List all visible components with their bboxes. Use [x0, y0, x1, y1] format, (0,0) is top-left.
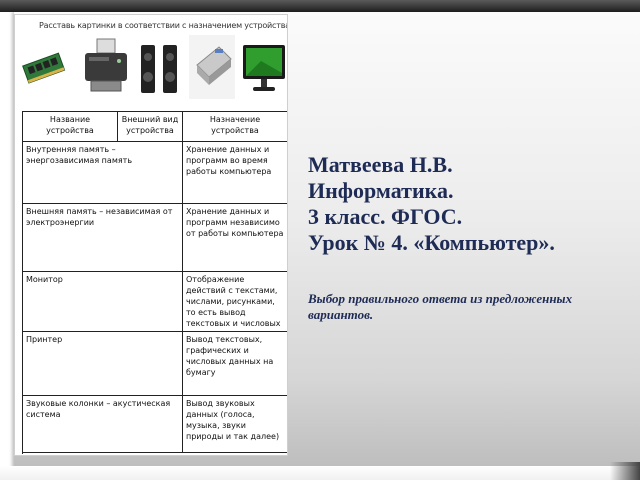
memory-module-icon [22, 52, 66, 84]
table-row-purpose: Отображение действий с текстами, числами… [183, 272, 287, 332]
corner-shadow [610, 462, 640, 480]
device-pictures [15, 33, 287, 107]
table-row-name: Внешняя память – независимая от электроэ… [23, 204, 183, 272]
table-row-name: Монитор [23, 272, 183, 332]
worksheet-image: Расставь картинки в соответствии с назна… [14, 14, 288, 456]
table-row-name: Звуковые колонки – акустическая система [23, 396, 183, 453]
table-header-purpose: Назначение устройства [183, 112, 287, 142]
monitor-icon [243, 45, 285, 91]
table-header-appearance: Внешний вид устройства [118, 112, 183, 142]
table-row-name: Принтер [23, 332, 183, 396]
table-header-name: Название устройства [23, 112, 118, 142]
worksheet-caption: Расставь картинки в соответствии с назна… [39, 21, 288, 30]
printer-icon [85, 38, 127, 92]
worksheet-table: Название устройства Внешний вид устройст… [22, 111, 287, 454]
subject-line: Информатика. [308, 178, 454, 203]
table-row-purpose: Хранение данных и программ во время рабо… [183, 142, 287, 204]
grade-line: 3 класс. ФГОС. [308, 204, 463, 229]
scanner-icon [189, 35, 235, 99]
slide-title: Матвеева Н.В. Информатика. 3 класс. ФГОС… [308, 152, 628, 256]
speakers-icon [141, 45, 177, 93]
top-bar [0, 0, 640, 12]
slide-subtitle: Выбор правильного ответа из предложенных… [308, 291, 573, 322]
table-row-purpose: Вывод текстовых, графических и числовых … [183, 332, 287, 396]
author-line: Матвеева Н.В. [308, 152, 453, 177]
table-row-name: Внутренняя память – энергозависимая памя… [23, 142, 183, 204]
lesson-line: Урок № 4. «Компьютер». [308, 230, 555, 255]
table-row-purpose: Вывод звуковых данных (голоса, музыка, з… [183, 396, 287, 453]
table-row-purpose: Хранение данных и программ независимо от… [183, 204, 287, 272]
bottom-bar [0, 462, 640, 480]
